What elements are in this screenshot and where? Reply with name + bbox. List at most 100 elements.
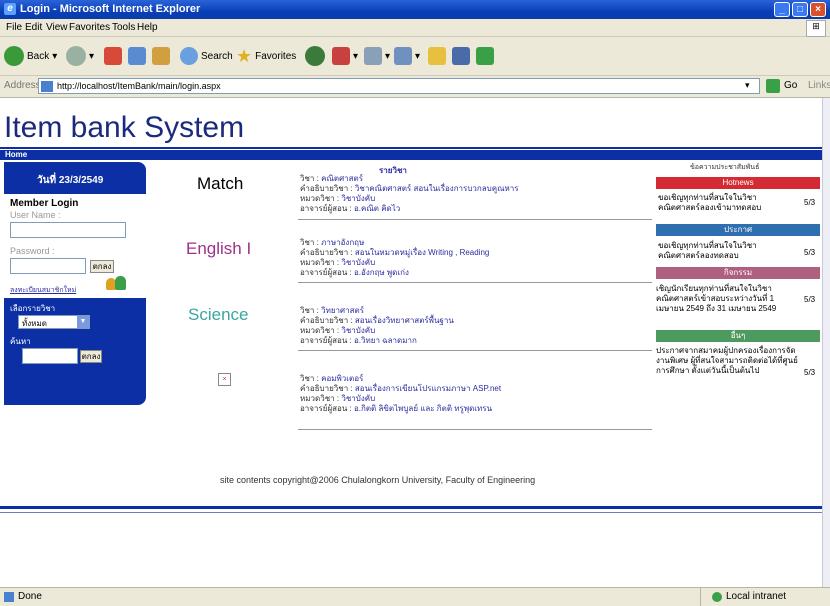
footer-copyright: site contents copyright@2006 Chulalongko… (220, 475, 536, 485)
status-text: Done (18, 591, 42, 602)
course-details-computer: วิชา : คอมพิวเตอร์ คำอธิบายวิชา : สอนเรื… (300, 374, 502, 413)
address-bar: Address http://localhost/ItemBank/main/l… (0, 76, 830, 98)
history-icon (332, 47, 350, 65)
keyword-label: ค้นหา (10, 337, 31, 346)
menu-edit[interactable]: Edit (25, 22, 42, 33)
refresh-icon (128, 47, 146, 65)
back-arrow-icon (4, 46, 24, 66)
back-button[interactable]: Back ▾ (4, 45, 57, 67)
maximize-button[interactable]: □ (792, 2, 808, 17)
address-label: Address (4, 80, 41, 91)
news-date-hotnews: 5/3 (804, 198, 816, 207)
home-icon (152, 47, 170, 65)
stop-button[interactable] (104, 45, 122, 67)
course-divider (298, 219, 652, 220)
password-input[interactable] (10, 258, 86, 274)
menu-tools[interactable]: Tools (112, 22, 135, 33)
broken-image-icon[interactable]: × (218, 373, 231, 386)
nav-bar: Home (0, 150, 822, 160)
news-text-announce[interactable]: ขอเชิญทุกท่านที่สนใจในวิชาคณิตศาสตร์ลองท… (658, 241, 798, 261)
folder-button[interactable] (428, 45, 446, 67)
username-input[interactable] (10, 222, 126, 238)
refresh-button[interactable] (128, 45, 146, 67)
login-button[interactable]: ตกลง (90, 260, 114, 273)
news-text-activity[interactable]: เชิญนักเรียนทุกท่านที่สนใจในวิชาคณิตศาสต… (656, 284, 798, 314)
close-button[interactable]: × (810, 2, 826, 17)
password-label: Password : (10, 246, 55, 256)
media-button[interactable] (305, 45, 325, 67)
go-arrow-icon[interactable] (766, 79, 780, 93)
page-icon (41, 81, 53, 92)
course-divider (298, 282, 652, 283)
favorites-button[interactable]: ★ Favorites (236, 45, 296, 67)
window-title: Login - Microsoft Internet Explorer (20, 3, 201, 15)
current-date: วันที่ 23/3/2549 (37, 175, 104, 186)
menu-file[interactable]: File (6, 22, 22, 33)
course-divider (298, 429, 652, 430)
username-label: User Name : (10, 210, 61, 220)
news-date-other: 5/3 (804, 368, 816, 377)
print-button[interactable]: ▾ (394, 45, 420, 67)
menu-favorites[interactable]: Favorites (69, 22, 110, 33)
register-link[interactable]: ลงทะเบียนสมาชิกใหม่ (10, 285, 76, 296)
course-details-match: วิชา : คณิตศาสตร์ คำอธิบายวิชา : วิชาคณิ… (300, 174, 519, 213)
messenger-button[interactable] (476, 45, 494, 67)
minimize-button[interactable]: _ (774, 2, 790, 17)
forward-arrow-icon (66, 46, 86, 66)
media-icon (305, 46, 325, 66)
address-url: http://localhost/ItemBank/main/login.asp… (57, 81, 221, 91)
news-heading: ข้อความประชาสัมพันธ์ (690, 164, 760, 171)
research-button[interactable] (452, 45, 470, 67)
folder-icon (428, 47, 446, 65)
search-icon (180, 47, 198, 65)
course-divider (298, 350, 652, 351)
footer-divider-thin (0, 512, 822, 513)
sidebar: วันที่ 23/3/2549 Member Login User Name … (4, 162, 146, 405)
course-name-match[interactable]: Match (197, 174, 243, 194)
menu-bar: File Edit View Favorites Tools Help ⊞ (0, 19, 830, 37)
browser-toolbar: Back ▾ ▾ Search ★ Favorites ▾ ▾ ▾ (0, 37, 830, 76)
windows-flag-icon: ⊞ (806, 20, 826, 37)
mail-icon (364, 47, 382, 65)
nav-home-link[interactable]: Home (5, 150, 27, 159)
research-icon (452, 47, 470, 65)
course-details-science: วิชา : วิทยาศาสตร์ คำอธิบายวิชา : สอนเรื… (300, 306, 454, 345)
search-submit-button[interactable]: ตกลง (80, 350, 102, 363)
footer-divider (0, 506, 822, 509)
go-button[interactable]: Go (784, 80, 797, 91)
course-name-science[interactable]: Science (188, 305, 248, 325)
login-heading: Member Login (10, 198, 79, 209)
history-button[interactable]: ▾ (332, 45, 358, 67)
chevron-down-icon: ▼ (77, 316, 89, 328)
address-dropdown-icon[interactable]: ▾ (745, 80, 750, 91)
keyword-input[interactable] (22, 348, 78, 364)
vertical-scrollbar[interactable] (822, 98, 830, 587)
subject-select-label: เลือกรายวิชา (10, 304, 56, 313)
messenger-icon (476, 47, 494, 65)
home-button[interactable] (152, 45, 170, 67)
course-details-english: วิชา : ภาษาอังกฤษ คำอธิบายวิชา : สอนในหม… (300, 238, 490, 277)
course-name-english[interactable]: English I (186, 239, 251, 259)
forward-button[interactable]: ▾ (66, 45, 94, 67)
subject-select[interactable]: ทั้งหมด ▼ (18, 315, 90, 329)
status-bar: Done Local intranet (0, 587, 830, 606)
news-date-activity: 5/3 (804, 295, 816, 304)
page-done-icon (4, 592, 14, 602)
address-input[interactable]: http://localhost/ItemBank/main/login.asp… (38, 78, 760, 94)
window-title-bar[interactable]: e Login - Microsoft Internet Explorer _ … (0, 0, 830, 19)
news-header-activity: กิจกรรม (656, 267, 820, 279)
login-panel: Member Login User Name : Password : ตกลง… (4, 194, 146, 298)
mail-button[interactable]: ▾ (364, 45, 390, 67)
search-button[interactable]: Search (180, 45, 233, 67)
links-button[interactable]: Links (808, 80, 830, 91)
news-header-other: อื่นๆ (656, 330, 820, 342)
news-text-hotnews[interactable]: ขอเชิญทุกท่านที่สนใจในวิชาคณิตศาสตร์ลองเ… (658, 193, 798, 213)
page-title: Item bank System (4, 111, 245, 144)
menu-help[interactable]: Help (137, 22, 158, 33)
menu-view[interactable]: View (46, 22, 68, 33)
star-icon: ★ (236, 45, 253, 66)
news-header-announce: ประกาศ (656, 224, 820, 236)
users-icon (106, 276, 128, 292)
print-icon (394, 47, 412, 65)
news-text-other[interactable]: ประกาศจากสมาคมผู้ปกครองเรื่องการจัดงานพิ… (656, 346, 798, 376)
